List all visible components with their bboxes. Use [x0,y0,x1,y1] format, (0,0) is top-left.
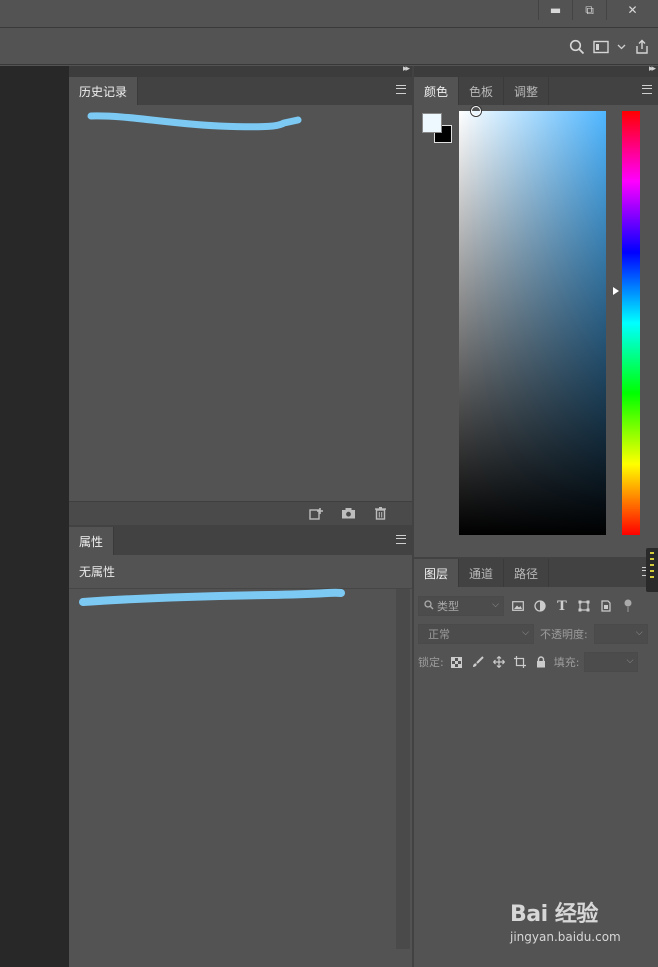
layer-filter-row: 类型 ⌵ T [418,595,654,617]
filter-toggle-icon[interactable] [620,598,636,614]
chevron-down-icon: ⌵ [522,628,529,638]
new-document-from-state-icon[interactable] [308,505,324,521]
tab-swatches[interactable]: 色板 [459,77,505,105]
fill-label: 填充: [553,656,580,669]
opacity-field[interactable]: ⌵ [593,624,648,644]
share-icon[interactable] [634,37,650,57]
image-filter-icon[interactable] [510,598,526,614]
history-list [69,105,412,501]
shape-filter-icon[interactable] [576,598,592,614]
window-controls: ▬ ⧉ ✕ [538,0,658,20]
lock-transparency-icon[interactable] [449,654,465,670]
right-column-collapse-strip[interactable]: ▸▸ [414,64,658,77]
collapse-icon[interactable]: ▸▸ [649,64,656,74]
move-icon[interactable] [491,654,507,670]
foreground-color-swatch[interactable] [422,113,442,133]
workspace-icon[interactable] [593,37,609,57]
chevron-down-icon: ⌵ [626,656,634,666]
side-grip-handle[interactable] [646,548,658,592]
trash-icon[interactable] [372,505,388,521]
opacity-label: 不透明度: [540,628,588,641]
hue-slider[interactable] [622,111,640,535]
baidu-logo: Bai 经验 [510,902,598,927]
tab-layers[interactable]: 图层 [414,559,460,587]
no-properties-label: 无属性 [69,555,412,589]
scribble-annotation [79,588,345,606]
lock-label: 锁定: [418,656,444,669]
layer-filter-select[interactable]: 类型 ⌵ [418,596,504,616]
chevron-down-icon[interactable] [617,37,626,57]
panel-dock: ▸▸ ▸▸ 历史记录 属性 无属性 颜色 色板 调整 图层 通道 路径 类型 ⌵… [69,64,658,967]
restore-button[interactable]: ⧉ [572,0,606,20]
options-bar [0,29,658,65]
scribble-annotation [87,112,302,131]
properties-scrollbar[interactable] [396,589,410,949]
lock-icon[interactable] [533,654,549,670]
baidu-watermark: Bai 经验 jingyan.baidu.com [510,896,630,956]
close-button[interactable]: ✕ [606,0,658,20]
type-filter-icon[interactable]: T [554,598,570,614]
panel-menu-icon[interactable] [396,85,406,94]
minimize-button[interactable]: ▬ [538,0,572,20]
camera-icon[interactable] [340,505,356,521]
tab-properties[interactable]: 属性 [69,527,115,555]
history-tabbar: 历史记录 [69,77,412,105]
search-icon[interactable] [569,37,585,57]
fill-field[interactable]: ⌵ [584,652,639,672]
document-area [0,66,69,967]
title-bar: ▬ ⧉ ✕ [0,0,658,28]
tab-color[interactable]: 颜色 [414,77,460,105]
collapse-icon[interactable]: ▸▸ [403,64,410,74]
panel-menu-icon[interactable] [396,535,406,544]
blend-mode-select[interactable]: 正常 ⌵ [418,624,534,644]
brush-icon[interactable] [470,654,486,670]
color-panel: 颜色 色板 调整 [414,77,658,557]
color-tabbar: 颜色 色板 调整 [414,77,658,105]
color-swatches [422,113,454,145]
properties-panel: 属性 无属性 [69,527,412,967]
history-panel: 历史记录 [69,77,412,525]
smart-object-filter-icon[interactable] [598,598,614,614]
tab-adjustments[interactable]: 调整 [504,77,550,105]
adjustment-filter-icon[interactable] [532,598,548,614]
properties-tabbar: 属性 [69,527,412,555]
blend-mode-row: 正常 ⌵ 不透明度: ⌵ [418,623,654,645]
watermark-url: jingyan.baidu.com [510,930,621,944]
tab-channels[interactable]: 通道 [459,559,505,587]
chevron-down-icon: ⌵ [635,628,643,638]
left-column-collapse-strip[interactable]: ▸▸ [69,64,412,77]
chevron-down-icon: ⌵ [492,600,499,610]
color-picker-handle[interactable] [471,106,481,116]
tab-paths[interactable]: 路径 [504,559,550,587]
artboard-lock-icon[interactable] [512,654,528,670]
tab-history[interactable]: 历史记录 [69,77,139,105]
panel-menu-icon[interactable] [642,85,652,94]
color-field[interactable] [459,111,606,535]
history-footer [69,501,412,525]
hue-slider-handle[interactable] [613,287,619,295]
search-icon [424,599,434,613]
options-bar-right [569,37,650,57]
lock-row: 锁定: 填充: ⌵ [418,651,654,673]
layers-tabbar: 图层 通道 路径 [414,559,658,587]
